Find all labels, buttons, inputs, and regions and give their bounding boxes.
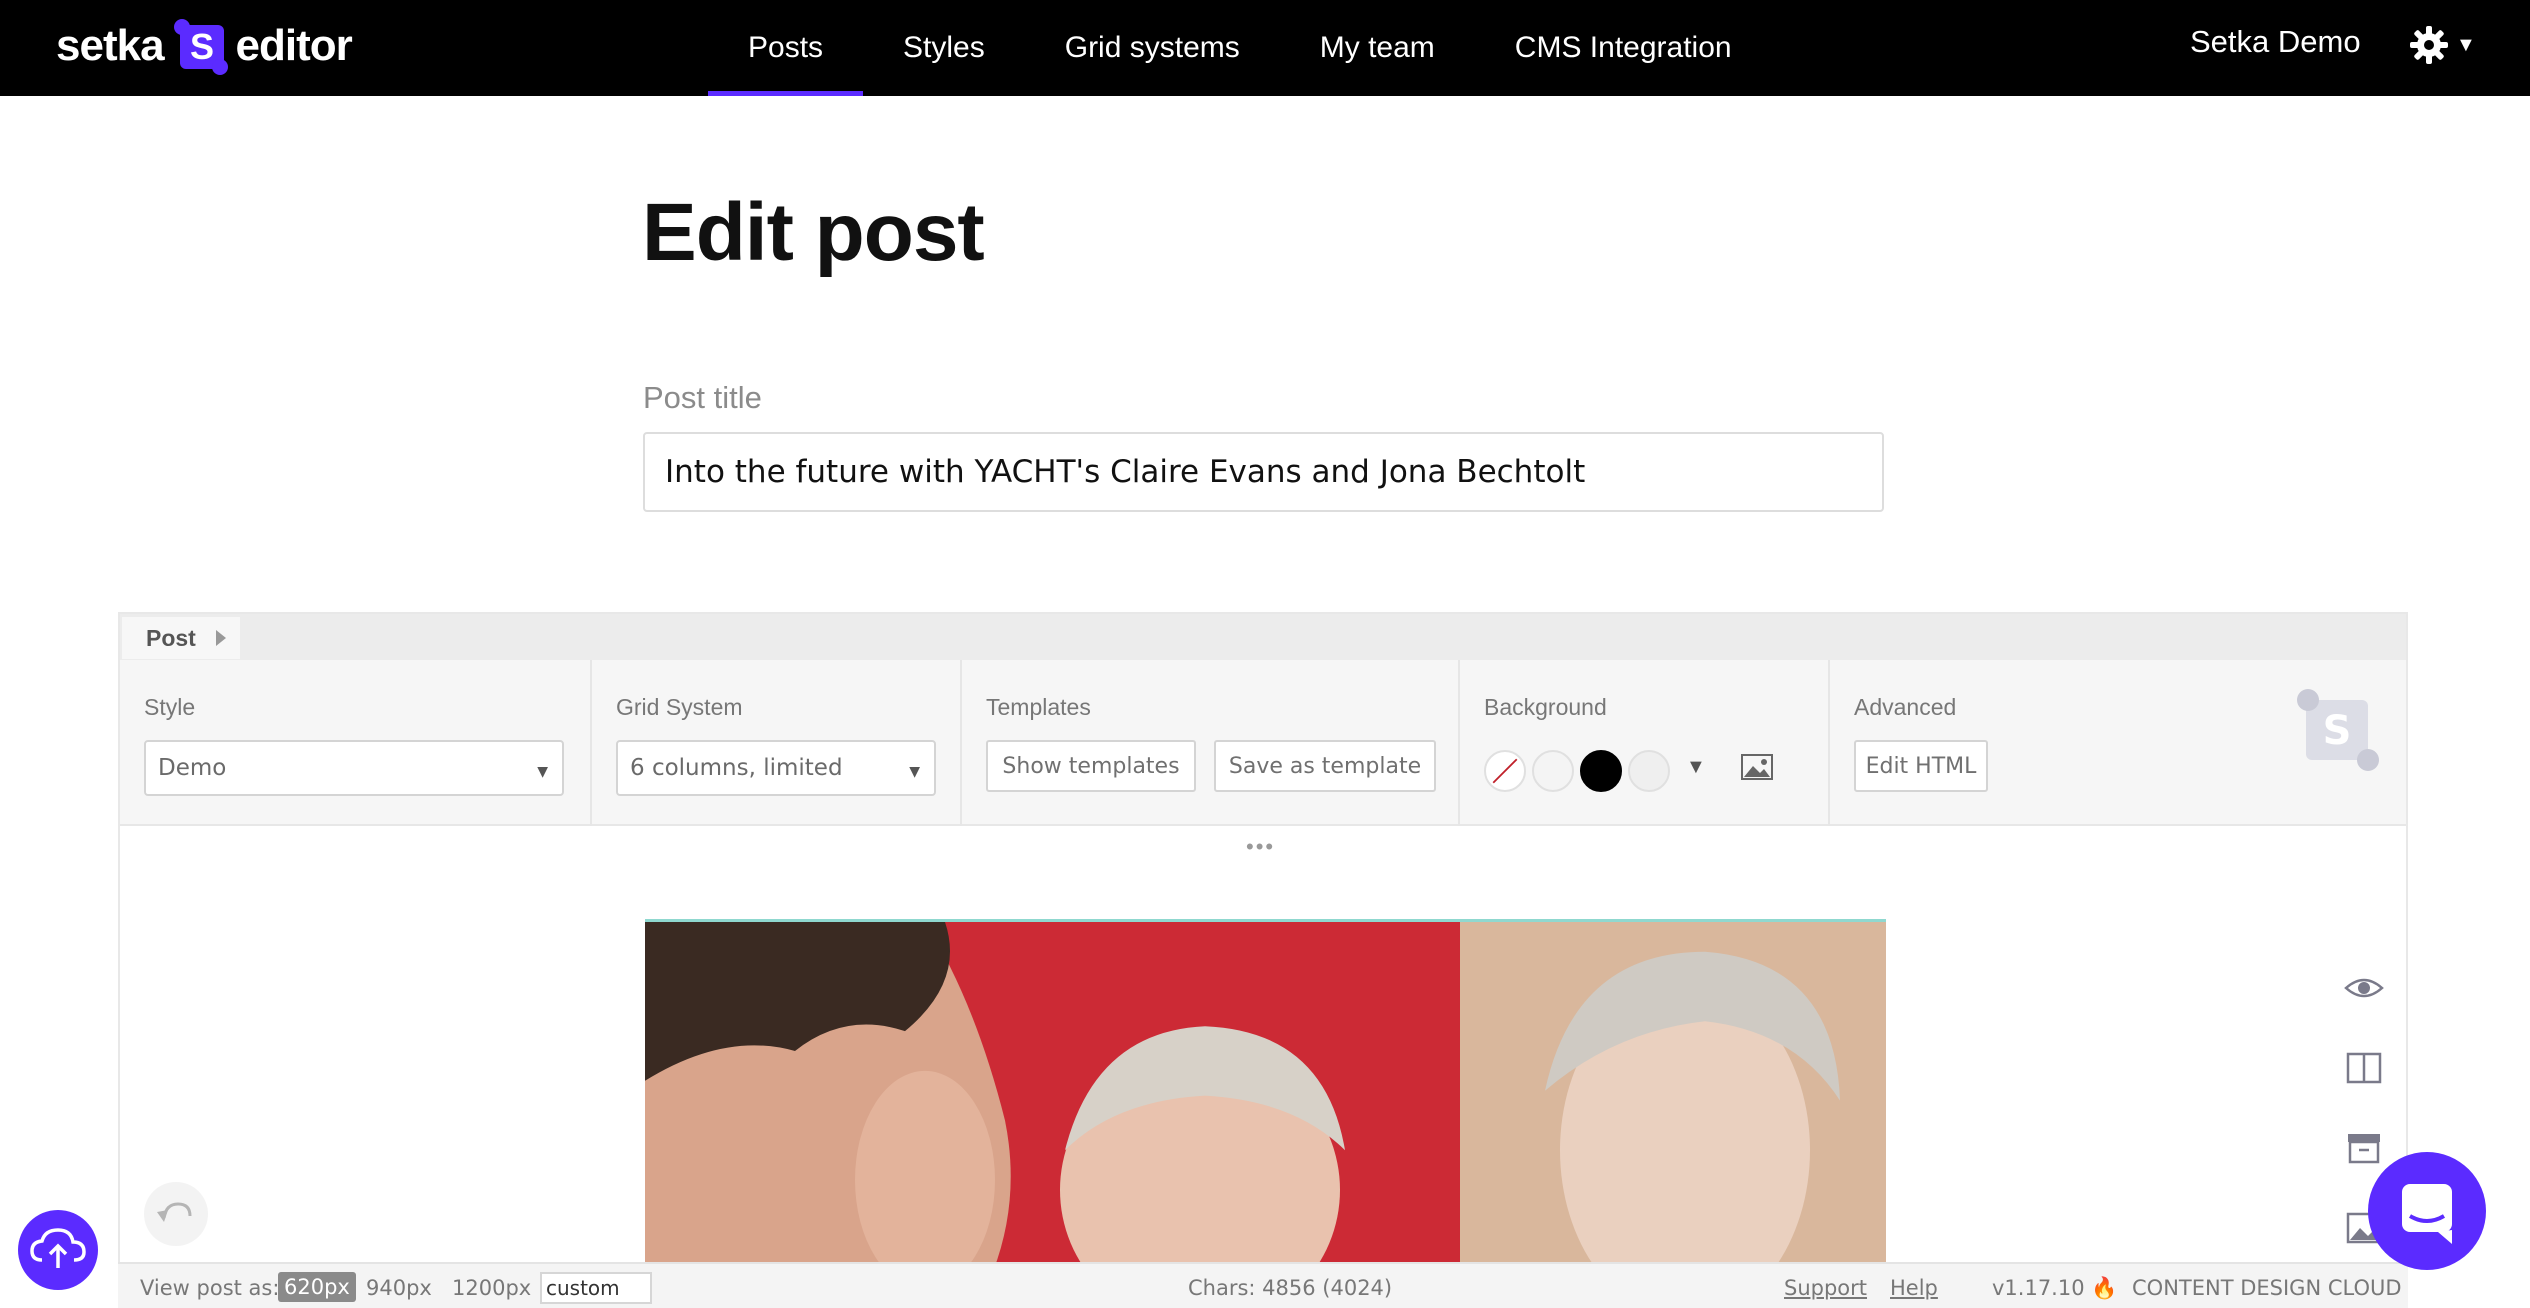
main-menu: Posts Styles Grid systems My team CMS In… — [708, 0, 1772, 96]
style-value: Demo — [158, 755, 227, 781]
grid-group: Grid System 6 columns, limited ▼ — [592, 660, 962, 826]
select-arrow-icon: ▼ — [537, 764, 548, 780]
brand-label: CONTENT DESIGN CLOUD — [2132, 1276, 2402, 1300]
nav-posts[interactable]: Posts — [708, 0, 864, 96]
templates-group: Templates Show templates Save as templat… — [962, 660, 1460, 826]
cloud-upload-icon[interactable] — [18, 1210, 98, 1290]
editor-panel: Post Style Demo ▼ Grid System 6 columns,… — [118, 612, 2408, 1308]
svg-text:S: S — [2323, 708, 2352, 754]
nav-my-team[interactable]: My team — [1280, 0, 1475, 96]
background-label: Background — [1484, 694, 1607, 720]
view-as-label: View post as: — [140, 1276, 280, 1300]
advanced-label: Advanced — [1854, 694, 1957, 720]
page-title: Edit post — [642, 187, 985, 278]
image-icon[interactable] — [1740, 752, 1774, 782]
chat-support-icon[interactable] — [2368, 1152, 2486, 1270]
select-arrow-icon: ▼ — [909, 764, 920, 780]
save-as-template-button[interactable]: Save as template — [1214, 740, 1436, 792]
breadcrumb-label: Post — [146, 624, 196, 651]
style-group: Style Demo ▼ — [120, 660, 592, 826]
logo-text-setka: setka — [56, 21, 165, 70]
resize-handle[interactable]: ••• — [1246, 834, 1275, 860]
help-link[interactable]: Help — [1890, 1276, 1938, 1300]
gear-icon[interactable] — [2404, 20, 2454, 70]
caret-right-icon — [215, 630, 226, 646]
columns-layout-icon[interactable] — [2342, 1048, 2386, 1088]
grid-select[interactable]: 6 columns, limited ▼ — [616, 740, 936, 796]
grid-label: Grid System — [616, 694, 743, 720]
post-title-label: Post title — [643, 380, 762, 415]
preview-eye-icon[interactable] — [2342, 968, 2386, 1008]
breadcrumb: Post — [120, 614, 2406, 660]
support-link[interactable]: Support — [1784, 1276, 1867, 1300]
show-templates-button[interactable]: Show templates — [986, 740, 1196, 792]
setka-s-icon: S — [2297, 689, 2379, 771]
viewport-620[interactable]: 620px — [278, 1272, 356, 1302]
nav-cms-integration[interactable]: CMS Integration — [1475, 0, 1772, 96]
no-color-swatch[interactable] — [1484, 750, 1526, 792]
style-select[interactable]: Demo ▼ — [144, 740, 564, 796]
post-cover-image[interactable] — [645, 919, 1886, 1308]
grid-value: 6 columns, limited — [630, 755, 843, 781]
nav-grid-systems[interactable]: Grid systems — [1025, 0, 1280, 96]
version-label: v1.17.10 🔥 — [1992, 1276, 2118, 1300]
logo-text-editor: editor — [235, 21, 353, 70]
color-swatch-light[interactable] — [1532, 750, 1574, 792]
logo-mark-icon: S — [172, 17, 228, 75]
post-title-input[interactable] — [643, 432, 1884, 512]
color-swatch-grey[interactable] — [1628, 750, 1670, 792]
breadcrumb-post[interactable]: Post — [122, 617, 240, 659]
archive-icon[interactable] — [2342, 1128, 2386, 1168]
viewport-1200[interactable]: 1200px — [452, 1276, 531, 1300]
templates-label: Templates — [986, 694, 1091, 720]
setka-editor-logo[interactable]: setka S editor — [56, 14, 353, 78]
more-colors-icon[interactable]: ▼ — [1686, 756, 1706, 779]
user-name[interactable]: Setka Demo — [2190, 24, 2361, 60]
top-nav: setka S editor Posts Styles Grid systems… — [0, 0, 2530, 96]
edit-html-button[interactable]: Edit HTML — [1854, 740, 1988, 792]
style-label: Style — [144, 694, 196, 720]
nav-styles[interactable]: Styles — [863, 0, 1025, 96]
editor-toolbar: Style Demo ▼ Grid System 6 columns, limi… — [120, 660, 2406, 826]
chevron-down-icon[interactable]: ▼ — [2456, 34, 2476, 57]
background-group: Background ▼ — [1460, 660, 1830, 826]
custom-viewport-input[interactable] — [540, 1272, 652, 1304]
char-count: Chars: 4856 (4024) — [1188, 1276, 1393, 1300]
color-swatch-black[interactable] — [1580, 750, 1622, 792]
undo-icon[interactable] — [144, 1182, 208, 1246]
viewport-940[interactable]: 940px — [366, 1276, 432, 1300]
status-bar: View post as: 620px 940px 1200px Chars: … — [118, 1262, 2408, 1308]
